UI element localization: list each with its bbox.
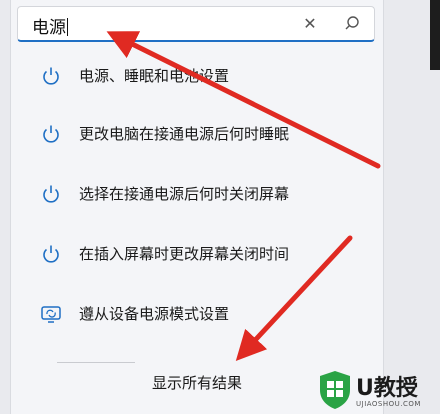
result-item-screen-off-plugged[interactable]: 选择在接通电源后何时关闭屏幕 [11,174,383,214]
search-icon[interactable] [340,12,364,36]
watermark-logo: U教授 UJIAOSHOU.COM [318,370,440,414]
search-box[interactable]: 电源 ✕ [17,6,375,42]
text-caret [67,18,68,36]
result-item-screen-timeout-plugged[interactable]: 在插入屏幕时更改屏幕关闭时间 [11,234,383,274]
power-icon [39,182,63,206]
power-icon [39,64,63,88]
result-item-power-sleep-battery[interactable]: 电源、睡眠和电池设置 [11,56,383,96]
power-icon [39,122,63,146]
watermark-shield-icon [320,371,350,409]
watermark-brand: U教授 [356,376,418,401]
result-item-sleep-after-plugged[interactable]: 更改电脑在接通电源后何时睡眠 [11,114,383,154]
divider [57,362,135,363]
result-item-label: 电源、睡眠和电池设置 [79,67,230,85]
result-item-device-power-mode[interactable]: 遵从设备电源模式设置 [11,294,383,334]
search-panel: 电源 ✕ 电源、睡眠和电池设置 更改电脑在接通电源后何时睡眠 选择在接通电源后何… [10,0,384,414]
result-item-label: 更改电脑在接通电源后何时睡眠 [79,125,290,143]
search-query: 电源 [32,18,66,38]
result-item-label: 选择在接通电源后何时关闭屏幕 [79,185,290,203]
device-sync-icon [39,302,63,326]
clear-icon[interactable]: ✕ [298,12,322,36]
watermark-url: UJIAOSHOU.COM [356,400,421,408]
background-window-edge [430,0,440,70]
power-icon [39,242,63,266]
result-item-label: 在插入屏幕时更改屏幕关闭时间 [79,245,290,263]
search-input[interactable]: 电源 [32,13,68,38]
result-item-label: 遵从设备电源模式设置 [79,305,230,323]
